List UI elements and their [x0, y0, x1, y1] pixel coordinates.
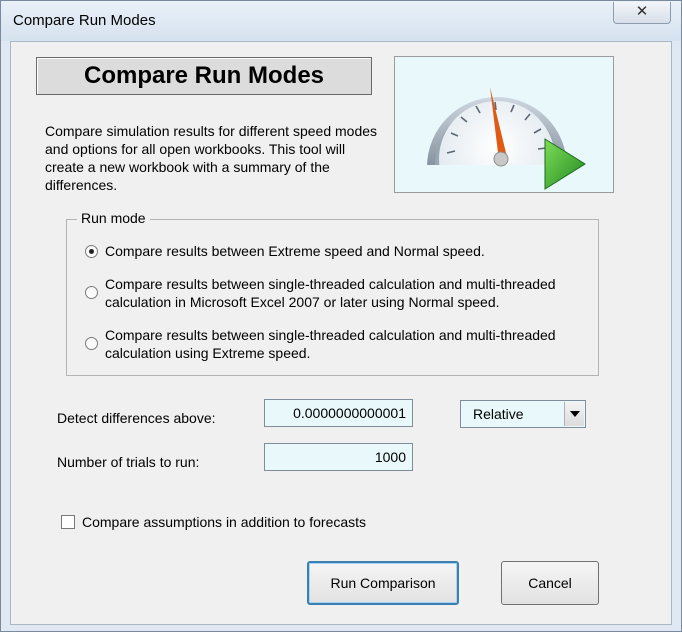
radio-button-multithread-normal[interactable]: [85, 286, 98, 299]
run-mode-option-2-label: Compare results between single-threaded …: [105, 276, 556, 310]
close-button[interactable]: ✕: [613, 2, 671, 24]
compare-assumptions-checkbox[interactable]: [61, 515, 75, 529]
radio-button-extreme-normal[interactable]: [85, 245, 98, 258]
run-mode-option-1-label: Compare results between Extreme speed an…: [105, 243, 485, 259]
compare-assumptions-label[interactable]: Compare assumptions in addition to forec…: [82, 514, 366, 530]
description-text: Compare simulation results for different…: [45, 123, 378, 193]
page-title: Compare Run Modes: [83, 62, 325, 89]
radio-button-multithread-extreme[interactable]: [85, 337, 98, 350]
dialog-window: Compare Run Modes ✕ Compare Run Modes Co…: [0, 0, 682, 632]
run-mode-group: Run mode Compare results between Extreme…: [66, 210, 599, 376]
trials-label: Number of trials to run:: [57, 454, 200, 470]
run-comparison-button[interactable]: Run Comparison: [307, 561, 459, 605]
run-mode-option-3-label: Compare results between single-threaded …: [105, 327, 556, 361]
speedometer-gauge-icon: [415, 87, 586, 217]
detect-differences-input[interactable]: 0.0000000000001: [264, 399, 413, 427]
cancel-button[interactable]: Cancel: [501, 561, 599, 605]
title-bar[interactable]: Compare Run Modes ✕: [1, 1, 681, 41]
window-title: Compare Run Modes: [13, 12, 156, 29]
dialog-body: Compare Run Modes Compare simulation res…: [10, 41, 672, 625]
chevron-down-icon[interactable]: [564, 402, 584, 426]
detect-differences-label: Detect differences above:: [57, 410, 216, 426]
gauge-image: [394, 56, 614, 217]
difference-mode-select[interactable]: Relative: [460, 400, 586, 428]
run-mode-label: Run mode: [77, 210, 150, 226]
header-panel: Compare Run Modes: [36, 57, 372, 95]
trials-input[interactable]: 1000: [264, 443, 413, 471]
close-icon: ✕: [635, 3, 649, 20]
difference-mode-value: Relative: [473, 406, 524, 422]
